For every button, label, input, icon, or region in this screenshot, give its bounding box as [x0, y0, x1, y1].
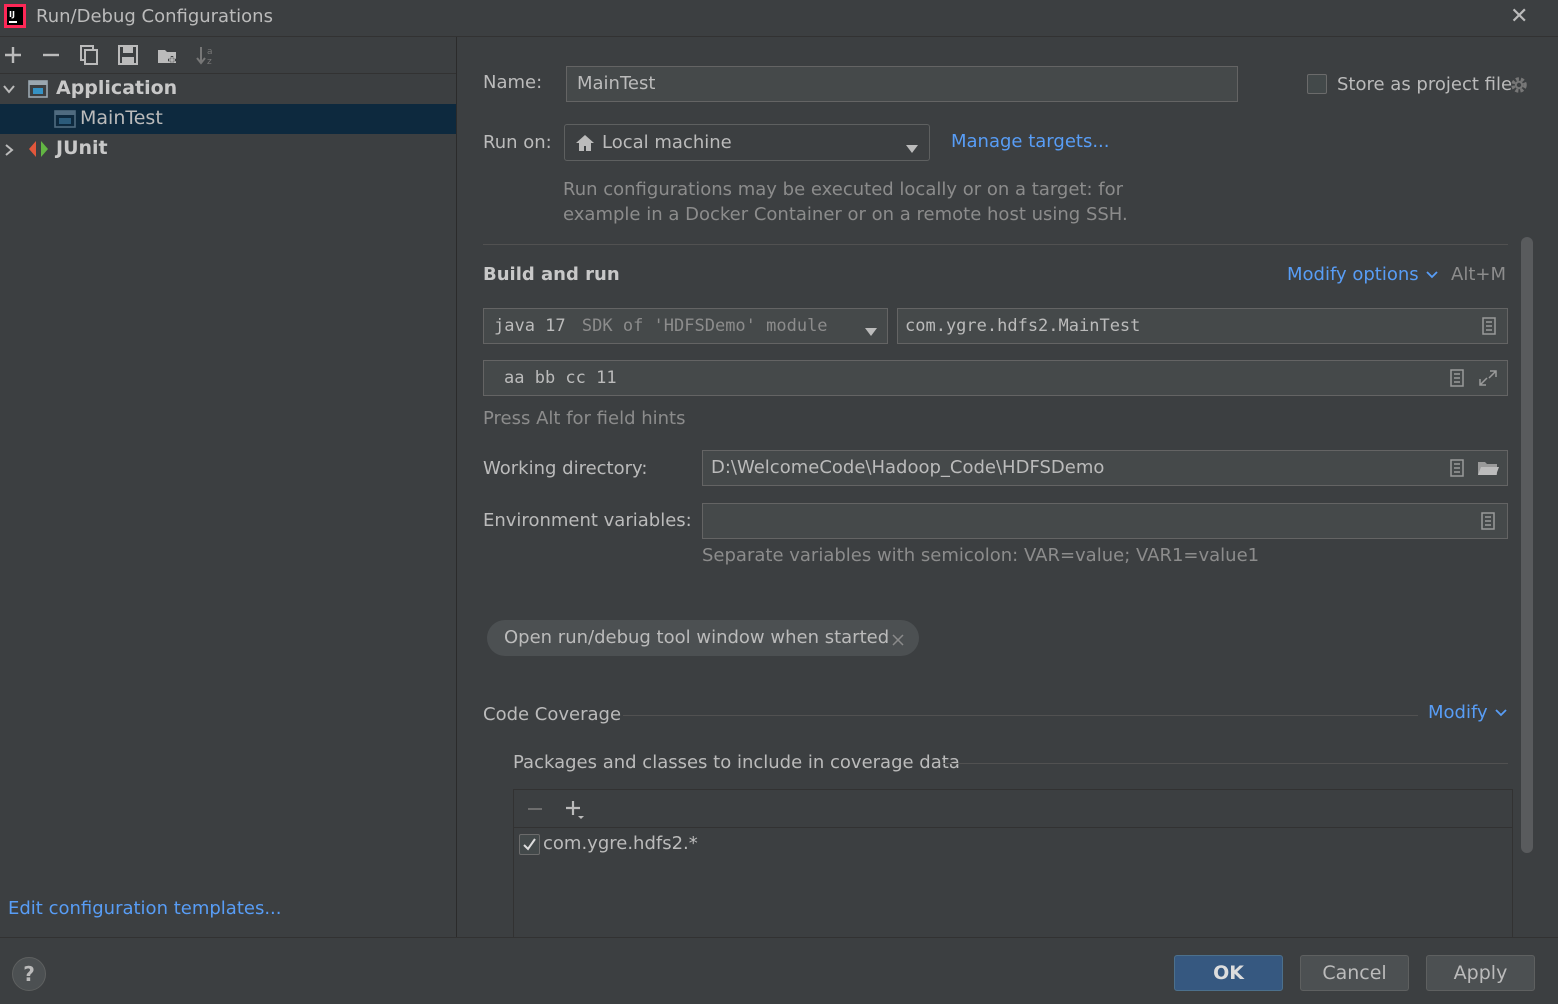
scrollbar-thumb[interactable] — [1521, 237, 1533, 853]
browse-list-icon[interactable] — [1482, 317, 1496, 335]
code-coverage-heading: Code Coverage — [483, 704, 622, 725]
cancel-button[interactable]: Cancel — [1300, 955, 1409, 991]
jdk-version: java 17 — [494, 316, 566, 336]
store-as-project-file-checkbox[interactable] — [1307, 74, 1327, 94]
name-input[interactable]: MainTest — [566, 66, 1238, 102]
jdk-dropdown[interactable]: java 17 SDK of 'HDFSDemo' module — [483, 308, 888, 344]
home-icon — [575, 134, 595, 157]
svg-text:IJ: IJ — [9, 10, 15, 19]
browse-list-icon[interactable] — [1481, 512, 1495, 530]
coverage-list-toolbar — [514, 790, 1512, 828]
modify-options-shortcut: Alt+M — [1451, 264, 1506, 285]
working-directory-value: D:\WelcomeCode\Hadoop_Code\HDFSDemo — [711, 457, 1105, 478]
close-icon[interactable]: ✕ — [1510, 4, 1528, 29]
run-on-hint-line1: Run configurations may be executed local… — [563, 179, 1124, 200]
tree-node-application[interactable]: Application — [0, 74, 456, 104]
name-input-value: MainTest — [577, 73, 656, 94]
close-icon[interactable] — [891, 631, 905, 652]
chevron-down-icon[interactable] — [2, 80, 16, 101]
tree-node-maintest[interactable]: MainTest — [0, 104, 456, 134]
modify-options-link[interactable]: Modify options — [1287, 264, 1439, 285]
intellij-icon: IJ — [4, 4, 26, 28]
copy-icon[interactable] — [78, 44, 100, 66]
tree-node-junit[interactable]: JUnit — [0, 134, 456, 164]
window-title: Run/Debug Configurations — [36, 6, 273, 27]
remove-icon[interactable] — [40, 44, 62, 66]
add-icon[interactable] — [564, 799, 586, 826]
browse-list-icon[interactable] — [1450, 369, 1464, 387]
run-on-label: Run on: — [483, 132, 552, 153]
main-class-value: com.ygre.hdfs2.MainTest — [905, 316, 1141, 336]
junit-icon — [28, 140, 50, 163]
svg-text:a: a — [207, 47, 213, 57]
footer-separator — [0, 937, 1558, 938]
remove-icon[interactable] — [526, 800, 544, 823]
coverage-packages-label: Packages and classes to include in cover… — [513, 752, 960, 773]
new-folder-icon[interactable] — [156, 44, 178, 66]
run-on-hint-line2: example in a Docker Container or on a re… — [563, 204, 1128, 225]
jdk-hint: SDK of 'HDFSDemo' module — [581, 316, 828, 336]
main-class-input[interactable]: com.ygre.hdfs2.MainTest — [897, 308, 1508, 344]
store-as-project-file-label: Store as project file — [1337, 74, 1513, 95]
application-icon — [54, 109, 76, 134]
build-and-run-heading: Build and run — [483, 264, 620, 285]
modify-options-label: Modify options — [1287, 264, 1419, 285]
apply-button[interactable]: Apply — [1426, 955, 1535, 991]
save-icon[interactable] — [117, 44, 139, 66]
gear-icon[interactable] — [1509, 75, 1529, 100]
coverage-packages-separator — [943, 763, 1508, 764]
browse-list-icon[interactable] — [1450, 459, 1464, 477]
tree-label-junit: JUnit — [56, 137, 108, 159]
coverage-item-label: com.ygre.hdfs2.* — [543, 833, 698, 854]
chevron-right-icon[interactable] — [2, 141, 16, 162]
environment-variables-label: Environment variables: — [483, 510, 692, 531]
manage-targets-link[interactable]: Manage targets... — [951, 131, 1110, 152]
coverage-packages-list: com.ygre.hdfs2.* — [513, 789, 1513, 937]
application-icon — [28, 79, 48, 104]
coverage-modify-link[interactable]: Modify — [1428, 702, 1508, 723]
environment-variables-hint: Separate variables with semicolon: VAR=v… — [702, 545, 1260, 566]
environment-variables-input[interactable] — [702, 503, 1508, 539]
help-button[interactable]: ? — [12, 957, 46, 991]
edit-configuration-templates-link[interactable]: Edit configuration templates... — [8, 898, 282, 919]
field-hints-text: Press Alt for field hints — [483, 408, 686, 429]
section-separator — [483, 244, 1508, 245]
chevron-down-icon — [864, 322, 878, 342]
add-icon[interactable] — [2, 44, 24, 66]
option-chip[interactable]: Open run/debug tool window when started — [487, 620, 919, 656]
program-arguments-value: aa bb cc 11 — [504, 368, 617, 388]
coverage-modify-label: Modify — [1428, 702, 1488, 723]
tree-label-application: Application — [56, 77, 178, 99]
working-directory-input[interactable]: D:\WelcomeCode\Hadoop_Code\HDFSDemo — [702, 450, 1508, 486]
working-directory-label: Working directory: — [483, 458, 648, 479]
chevron-down-icon — [905, 138, 919, 159]
list-item[interactable]: com.ygre.hdfs2.* — [514, 828, 1512, 862]
tree-label-maintest: MainTest — [80, 107, 163, 129]
name-label: Name: — [483, 72, 543, 93]
expand-icon[interactable] — [1478, 369, 1498, 387]
coverage-item-checkbox[interactable] — [519, 834, 540, 855]
code-coverage-separator — [623, 715, 1418, 716]
run-on-dropdown[interactable]: Local machine — [564, 124, 930, 161]
sort-icon[interactable]: az — [195, 44, 217, 67]
ok-button[interactable]: OK — [1174, 955, 1283, 991]
run-on-value: Local machine — [602, 132, 732, 153]
program-arguments-input[interactable]: aa bb cc 11 — [483, 360, 1508, 396]
svg-text:z: z — [207, 57, 212, 66]
option-chip-label: Open run/debug tool window when started — [504, 627, 890, 648]
configuration-tree-panel — [0, 37, 457, 937]
folder-icon[interactable] — [1477, 459, 1499, 477]
